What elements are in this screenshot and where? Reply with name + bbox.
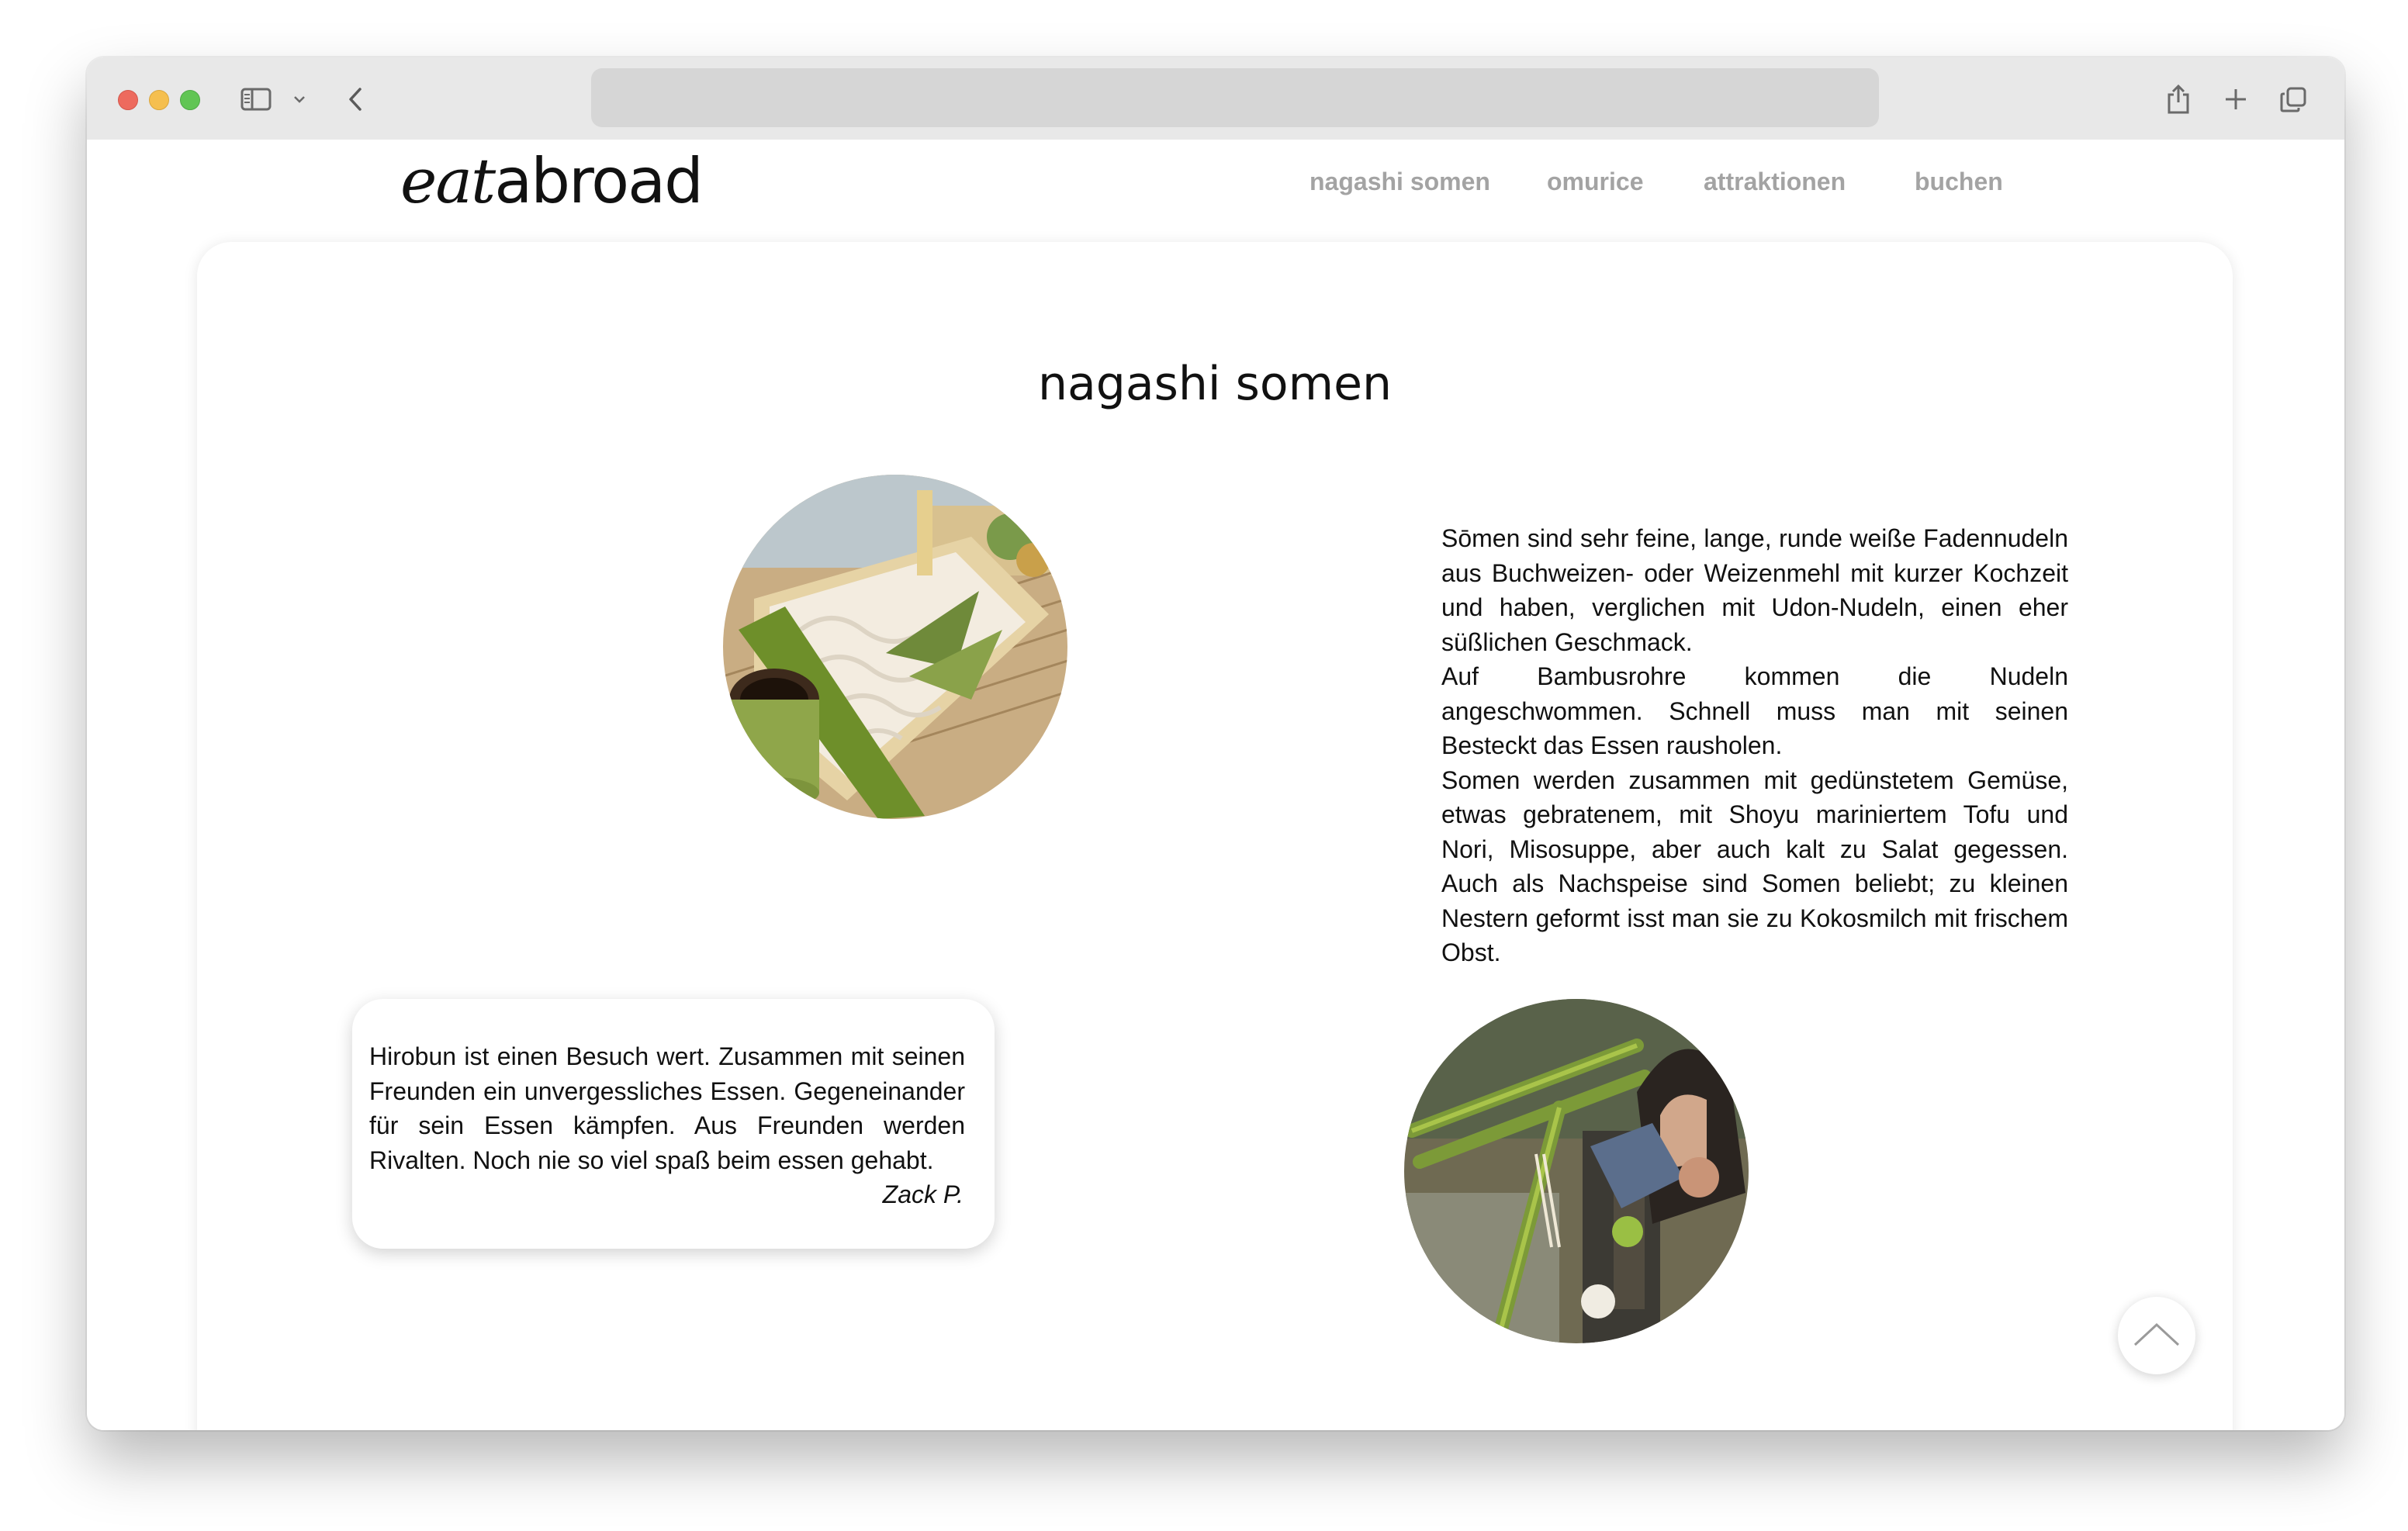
scroll-to-top-button[interactable] <box>2118 1297 2195 1374</box>
nav-item-attraktionen[interactable]: attraktionen <box>1704 168 1846 196</box>
bamboo-flume-dining-photo <box>1404 999 1749 1343</box>
share-icon[interactable] <box>2161 81 2195 118</box>
address-bar[interactable] <box>591 68 1879 127</box>
browser-window: eatabroad nagashi somen omurice attrakti… <box>87 57 2344 1430</box>
review-author: Zack P. <box>882 1180 964 1208</box>
tabs-overview-icon[interactable] <box>2276 81 2310 118</box>
nav-item-omurice[interactable]: omurice <box>1547 168 1643 196</box>
content-card: nagashi somen Sōmen sind sehr feine, lan… <box>197 242 2233 1430</box>
close-window-button[interactable] <box>118 90 138 110</box>
zoom-window-button[interactable] <box>180 90 200 110</box>
chevron-up-icon <box>2132 1320 2181 1352</box>
review-card: Hirobun ist einen Besuch wert. Zusammen … <box>352 999 995 1249</box>
review-text: Hirobun ist einen Besuch wert. Zusammen … <box>369 1042 965 1174</box>
browser-toolbar <box>87 57 2344 140</box>
chevron-down-icon[interactable] <box>290 81 309 118</box>
dish-description: Sōmen sind sehr feine, lange, runde weiß… <box>1441 521 2068 970</box>
description-paragraph: Somen werden zusammen mit gedünstetem Ge… <box>1441 766 2068 967</box>
somen-dish-photo <box>723 475 1067 819</box>
back-icon[interactable] <box>340 81 371 118</box>
sidebar-icon[interactable] <box>239 81 273 118</box>
description-paragraph: Sōmen sind sehr feine, lange, runde weiß… <box>1441 524 2068 656</box>
nav-item-buchen[interactable]: buchen <box>1915 168 2003 196</box>
minimize-window-button[interactable] <box>149 90 169 110</box>
new-tab-icon[interactable] <box>2219 81 2253 118</box>
page-title: nagashi somen <box>1037 357 1393 411</box>
main-nav: nagashi somen omurice attraktionen buche… <box>87 168 2344 199</box>
web-page: eatabroad nagashi somen omurice attrakti… <box>87 140 2344 1430</box>
nav-item-nagashi-somen[interactable]: nagashi somen <box>1310 168 1490 196</box>
description-paragraph: Auf Bambusrohre kommen die Nudeln angesc… <box>1441 662 2068 759</box>
